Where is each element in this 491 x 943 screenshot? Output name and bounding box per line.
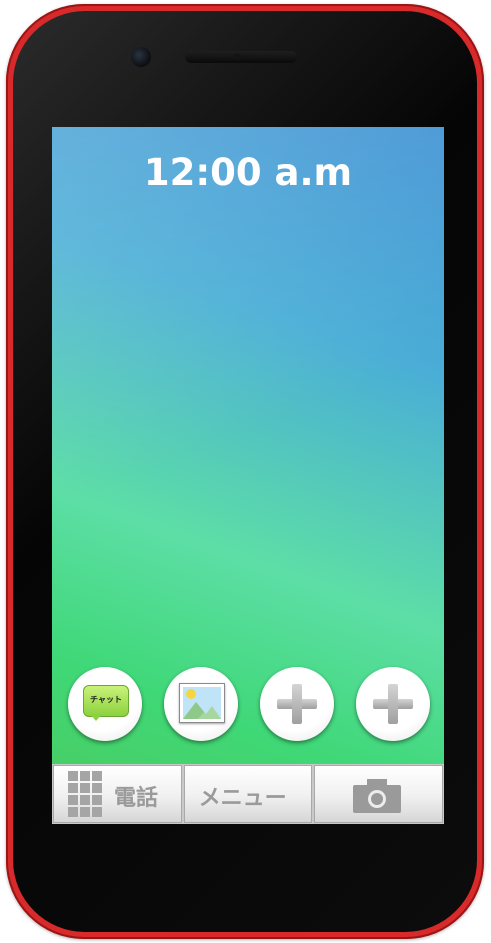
- menu-button-label: メニュー: [198, 786, 287, 811]
- chat-app-button[interactable]: チャット: [68, 667, 142, 741]
- camera-button[interactable]: [314, 765, 444, 823]
- front-camera-icon: [131, 47, 151, 67]
- landscape-picture-icon: [183, 687, 221, 719]
- add-app-button[interactable]: [356, 667, 430, 741]
- landscape-photo-icon: [179, 683, 225, 723]
- chat-app-label: チャット: [90, 695, 122, 704]
- chat-bubble-icon: チャット: [83, 685, 129, 717]
- dialpad-icon: [68, 771, 104, 819]
- clock-time: 12:00 a.m: [143, 151, 353, 194]
- proximity-sensor: [233, 54, 241, 60]
- photos-app-button[interactable]: [164, 667, 238, 741]
- plus-icon-vertical: [388, 684, 398, 724]
- phone-button-label: 電話: [114, 786, 159, 811]
- bottom-navigation-bar: 電話 メニュー: [52, 764, 444, 824]
- add-app-button[interactable]: [260, 667, 334, 741]
- home-screen: 12:00 a.m チャット 電話 メニュー: [52, 127, 444, 824]
- menu-button[interactable]: メニュー: [183, 765, 313, 823]
- earpiece-speaker: [185, 51, 297, 63]
- camera-icon: [353, 779, 402, 813]
- chat-bubble-tail: [90, 714, 102, 721]
- plus-icon-vertical: [292, 684, 302, 724]
- phone-button[interactable]: 電話: [53, 765, 182, 823]
